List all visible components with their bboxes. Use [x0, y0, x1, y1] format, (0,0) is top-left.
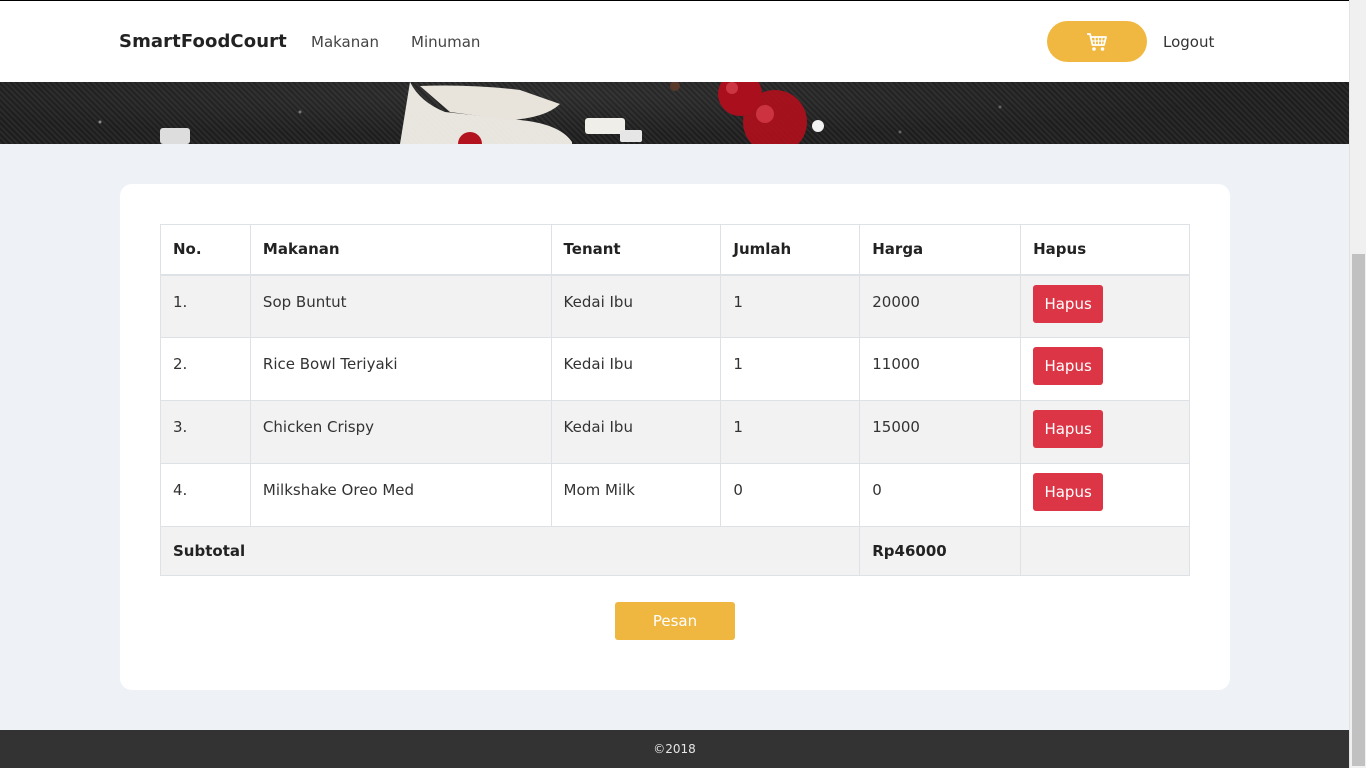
cell-makanan: Chicken Crispy [249, 400, 552, 464]
cell-tenant: Mom Milk [550, 463, 722, 527]
cell-hapus: Hapus [1020, 337, 1190, 401]
cell-hapus: Hapus [1020, 274, 1190, 338]
table-header-row: No. Makanan Tenant Jumlah Harga Hapus [160, 224, 1190, 276]
cell-hapus: Hapus [1020, 463, 1190, 527]
subtotal-value: Rp46000 [859, 526, 1022, 576]
table-row: 1. Sop Buntut Kedai Ibu 1 20000 Hapus [160, 274, 1190, 338]
table-row: 4. Milkshake Oreo Med Mom Milk 0 0 Hapus [160, 463, 1190, 527]
cell-makanan: Sop Buntut [249, 274, 552, 338]
cell-tenant: Kedai Ibu [550, 274, 722, 338]
cell-jumlah: 1 [720, 337, 861, 401]
cell-jumlah: 1 [720, 274, 861, 338]
nav-link-makanan[interactable]: Makanan [311, 33, 379, 51]
subtotal-label: Subtotal [159, 526, 861, 576]
hapus-button[interactable]: Hapus [1033, 284, 1104, 323]
cell-no: 2. [160, 337, 251, 401]
scrollbar-thumb[interactable] [1352, 254, 1365, 766]
hapus-button[interactable]: Hapus [1033, 410, 1104, 448]
header-tenant: Tenant [550, 224, 722, 276]
header-jumlah: Jumlah [720, 224, 861, 276]
cell-tenant: Kedai Ibu [550, 400, 722, 464]
page: SmartFoodCourt Makanan Minuman Logout No… [0, 0, 1349, 768]
hero-banner [0, 82, 1349, 144]
pesan-button[interactable]: Pesan [615, 602, 735, 640]
logout-link[interactable]: Logout [1163, 33, 1214, 51]
cell-hapus: Hapus [1020, 400, 1190, 464]
cart-card: No. Makanan Tenant Jumlah Harga Hapus 1.… [120, 184, 1230, 690]
cell-harga: 0 [859, 463, 1022, 527]
brand-logo[interactable]: SmartFoodCourt [119, 31, 287, 52]
cart-table: No. Makanan Tenant Jumlah Harga Hapus 1.… [159, 224, 1190, 576]
header-harga: Harga [859, 224, 1022, 276]
header-hapus: Hapus [1020, 224, 1190, 276]
subtotal-empty-cell [1020, 526, 1190, 576]
footer-copyright: ©2018 [653, 742, 696, 756]
cell-makanan: Rice Bowl Teriyaki [249, 337, 552, 401]
cell-harga: 11000 [859, 337, 1022, 401]
cell-makanan: Milkshake Oreo Med [249, 463, 552, 527]
vertical-scrollbar[interactable] [1349, 0, 1366, 768]
cell-no: 1. [160, 274, 251, 338]
table-row: 3. Chicken Crispy Kedai Ibu 1 15000 Hapu… [160, 400, 1190, 464]
subtotal-row: Subtotal Rp46000 [159, 526, 1190, 576]
cart-icon [1087, 32, 1107, 51]
footer: ©2018 [0, 730, 1349, 768]
header-makanan: Makanan [249, 224, 552, 276]
hapus-button[interactable]: Hapus [1033, 347, 1104, 385]
hero-food-image [98, 82, 1002, 144]
cell-harga: 15000 [859, 400, 1022, 464]
cell-harga: 20000 [859, 274, 1022, 338]
header-no: No. [160, 224, 251, 276]
table-row: 2. Rice Bowl Teriyaki Kedai Ibu 1 11000 … [160, 337, 1190, 401]
cell-jumlah: 1 [720, 400, 861, 464]
navbar: SmartFoodCourt Makanan Minuman Logout [0, 1, 1349, 82]
cell-no: 4. [160, 463, 251, 527]
hapus-button[interactable]: Hapus [1033, 473, 1104, 511]
cell-no: 3. [160, 400, 251, 464]
cell-jumlah: 0 [720, 463, 861, 527]
cart-button[interactable] [1047, 21, 1147, 62]
cell-tenant: Kedai Ibu [550, 337, 722, 401]
nav-link-minuman[interactable]: Minuman [411, 33, 480, 51]
